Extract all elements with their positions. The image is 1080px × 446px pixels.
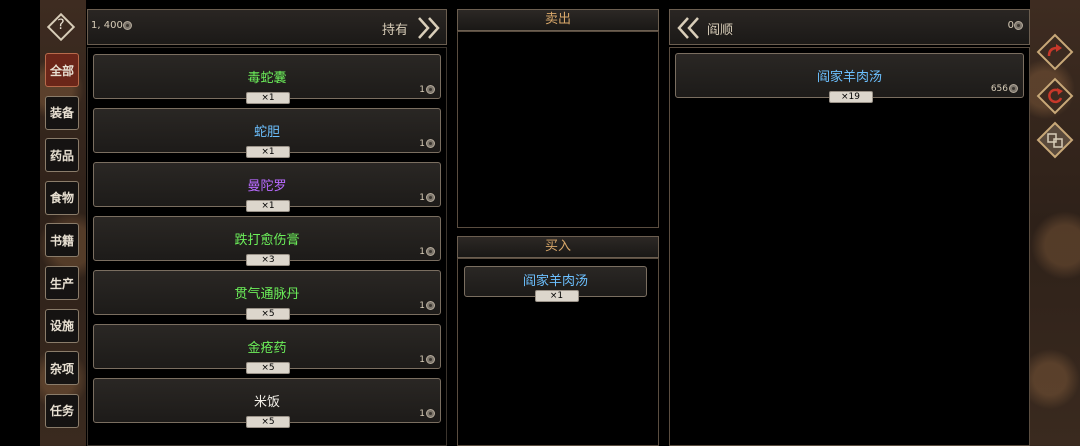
item-row[interactable]: 毒蛇囊 ×1 1 [93, 54, 441, 104]
item-price: 1 [419, 355, 435, 365]
buy-panel: 阎家羊肉汤 ×1 [457, 258, 659, 446]
item-quantity: ×1 [246, 200, 290, 212]
merchant-name: 阎顺 [707, 23, 734, 38]
merchant-money: 0 [1008, 20, 1023, 31]
item-quantity: ×5 [246, 308, 290, 320]
double-chevron-right-icon[interactable] [416, 16, 442, 40]
item-name: 跌打愈伤膏 [234, 233, 300, 248]
category-tab[interactable]: 药品 [45, 138, 79, 173]
sell-panel [457, 31, 659, 228]
item-name: 米饭 [253, 395, 280, 410]
help-glyph: ? [57, 17, 65, 33]
reset-icon [1048, 88, 1063, 104]
reset-button[interactable] [1036, 77, 1074, 115]
double-chevron-left-icon[interactable] [676, 16, 702, 40]
coin-icon [426, 409, 435, 418]
coin-icon [122, 20, 132, 30]
confirm-trade-icon [1047, 44, 1062, 57]
item-price: 1 [419, 139, 435, 149]
coin-icon [426, 139, 435, 148]
buy-header: 买入 [457, 236, 659, 258]
item-row[interactable]: 跌打愈伤膏 ×3 1 [93, 216, 441, 266]
item-name: 曼陀罗 [247, 179, 287, 194]
item-name: 阎家羊肉汤 [522, 274, 588, 289]
item-quantity: ×5 [246, 416, 290, 428]
item-price: 1 [419, 85, 435, 95]
item-row[interactable]: 阎家羊肉汤 ×1 [464, 266, 647, 302]
category-tab[interactable]: 食物 [45, 180, 79, 215]
item-row[interactable]: 米饭 ×5 1 [93, 378, 441, 428]
item-price: 656 [991, 84, 1018, 94]
player-money-bar: 1, 400 持有 [87, 9, 447, 45]
item-price: 1 [419, 409, 435, 419]
item-quantity: ×1 [534, 290, 579, 302]
coin-icon [426, 247, 435, 256]
confirm-trade-button[interactable] [1036, 33, 1074, 71]
merchant-list: 阎家羊肉汤 ×19 656 [669, 47, 1030, 446]
inventory-list: 毒蛇囊 ×1 1 蛇胆 ×1 1 曼陀罗 ×1 1 跌打愈伤膏 ×3 1 贯气通脉丹 ×5 1 金疮药 ×5 1 米… [87, 47, 447, 446]
item-name: 贯气通脉丹 [234, 287, 300, 302]
item-price: 1 [419, 247, 435, 257]
coin-icon [426, 301, 435, 310]
item-quantity: ×3 [246, 254, 290, 266]
item-row[interactable]: 曼陀罗 ×1 1 [93, 162, 441, 212]
category-tab[interactable]: 装备 [45, 95, 79, 130]
item-name: 金疮药 [247, 341, 287, 356]
category-tab[interactable]: 生产 [45, 266, 79, 300]
item-row[interactable]: 贯气通脉丹 ×5 1 [93, 270, 441, 320]
item-price: 1 [419, 301, 435, 311]
sell-header: 卖出 [457, 9, 659, 31]
category-tab[interactable]: 全部 [45, 53, 79, 87]
item-quantity: ×1 [246, 146, 290, 158]
item-row[interactable]: 金疮药 ×5 1 [93, 324, 441, 374]
coin-icon [1009, 84, 1018, 93]
swap-icon [1047, 133, 1063, 148]
help-button[interactable]: ? [46, 12, 76, 42]
coin-icon [426, 85, 435, 94]
item-quantity: ×19 [828, 91, 873, 103]
trade-screen: ? 1, 400 持有 全部装备药品食物书籍生产设施杂项任务 毒蛇囊 ×1 1 蛇胆 ×… [40, 0, 1074, 446]
category-tab[interactable]: 杂项 [45, 351, 79, 386]
category-tab[interactable]: 设施 [45, 308, 79, 343]
item-row[interactable]: 阎家羊肉汤 ×19 656 [675, 53, 1024, 103]
player-money: 1, 400 [91, 20, 132, 31]
merchant-bar: 阎顺 0 [669, 9, 1030, 45]
item-quantity: ×5 [246, 362, 290, 374]
item-row[interactable]: 蛇胆 ×1 1 [93, 108, 441, 158]
item-price: 1 [419, 193, 435, 203]
category-tab[interactable]: 书籍 [45, 223, 79, 258]
coin-icon [1014, 20, 1023, 30]
item-name: 蛇胆 [253, 125, 280, 140]
held-label: 持有 [382, 23, 409, 38]
swap-button[interactable] [1036, 121, 1074, 159]
category-tab[interactable]: 任务 [45, 393, 79, 428]
item-name: 阎家羊肉汤 [816, 70, 882, 85]
coin-icon [426, 193, 435, 202]
item-name: 毒蛇囊 [247, 71, 287, 86]
item-quantity: ×1 [246, 92, 290, 104]
coin-icon [426, 355, 435, 364]
